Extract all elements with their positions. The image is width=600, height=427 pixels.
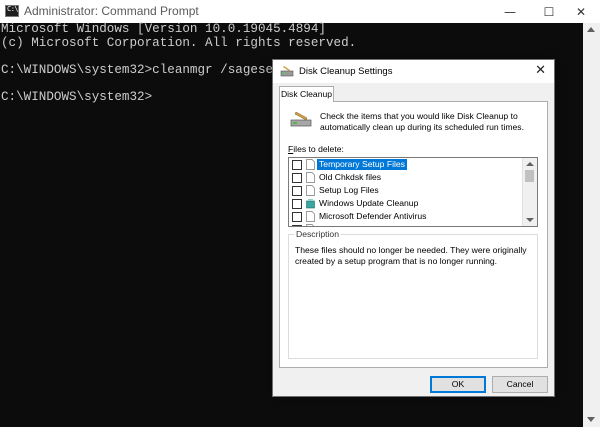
item-label: Microsoft Defender Antivirus xyxy=(319,211,427,221)
console-line: Microsoft Windows [Version 10.0.19045.48… xyxy=(1,22,326,36)
item-checkbox[interactable] xyxy=(292,199,302,209)
file-icon xyxy=(306,159,315,170)
file-icon xyxy=(306,185,315,196)
item-checkbox[interactable] xyxy=(292,160,302,170)
cancel-button[interactable]: Cancel xyxy=(492,376,548,393)
files-to-delete-list[interactable]: Temporary Setup Files Old Chkdsk files S… xyxy=(288,157,538,227)
dialog-title-bar[interactable]: Disk Cleanup Settings ✕ xyxy=(273,60,554,83)
item-label: Temporary Setup Files xyxy=(317,159,407,170)
tab-disk-cleanup[interactable]: Disk Cleanup xyxy=(279,86,334,102)
item-label: Windows Update Cleanup xyxy=(319,198,419,208)
tab-panel: Check the items that you would like Disk… xyxy=(279,101,548,368)
scroll-up-icon[interactable] xyxy=(526,162,534,166)
console-window-title: Administrator: Command Prompt xyxy=(24,4,199,18)
list-item[interactable]: Windows Update Cleanup xyxy=(289,197,520,210)
item-checkbox[interactable] xyxy=(292,173,302,183)
item-checkbox[interactable] xyxy=(292,212,302,222)
instructions-text: Check the items that you would like Disk… xyxy=(320,111,524,132)
item-checkbox[interactable] xyxy=(292,225,302,226)
command-prompt-icon: C:\ xyxy=(5,5,19,17)
list-scrollbar[interactable] xyxy=(522,158,537,226)
file-icon xyxy=(306,224,314,226)
scroll-down-icon[interactable] xyxy=(587,417,595,422)
description-text: These files should no longer be needed. … xyxy=(295,245,527,266)
file-icon xyxy=(306,211,315,222)
item-label: Old Chkdsk files xyxy=(319,172,382,182)
description-legend: Description xyxy=(294,229,341,239)
dialog-title: Disk Cleanup Settings xyxy=(299,66,393,77)
disk-cleanup-settings-dialog: Disk Cleanup Settings ✕ Disk Cleanup Che… xyxy=(272,59,555,397)
item-label: Setup Log Files xyxy=(319,185,379,195)
list-item[interactable] xyxy=(289,223,520,226)
files-to-delete-label: Files to delete: xyxy=(288,144,344,154)
scroll-down-icon[interactable] xyxy=(526,218,534,222)
list-item[interactable]: Setup Log Files xyxy=(289,184,520,197)
list-item[interactable]: Microsoft Defender Antivirus xyxy=(289,210,520,223)
ok-button[interactable]: OK xyxy=(430,376,486,393)
scroll-thumb[interactable] xyxy=(525,170,534,182)
list-item[interactable]: Old Chkdsk files xyxy=(289,171,520,184)
disk-cleanup-icon xyxy=(290,111,312,127)
scroll-up-icon[interactable] xyxy=(587,27,595,32)
minimize-button[interactable]: — xyxy=(490,0,530,23)
list-item[interactable]: Temporary Setup Files xyxy=(289,158,520,171)
console-scrollbar[interactable] xyxy=(583,23,600,427)
item-checkbox[interactable] xyxy=(292,186,302,196)
disk-cleanup-icon xyxy=(280,66,294,77)
console-line: (c) Microsoft Corporation. All rights re… xyxy=(1,35,357,50)
description-group: Description These files should no longer… xyxy=(288,229,538,359)
windows-update-icon xyxy=(306,199,315,209)
close-button[interactable]: ✕ xyxy=(561,0,600,23)
console-title-bar[interactable]: C:\ Administrator: Command Prompt — ☐ ✕ xyxy=(0,0,600,24)
dialog-close-button[interactable]: ✕ xyxy=(535,63,546,78)
file-icon xyxy=(306,172,315,183)
